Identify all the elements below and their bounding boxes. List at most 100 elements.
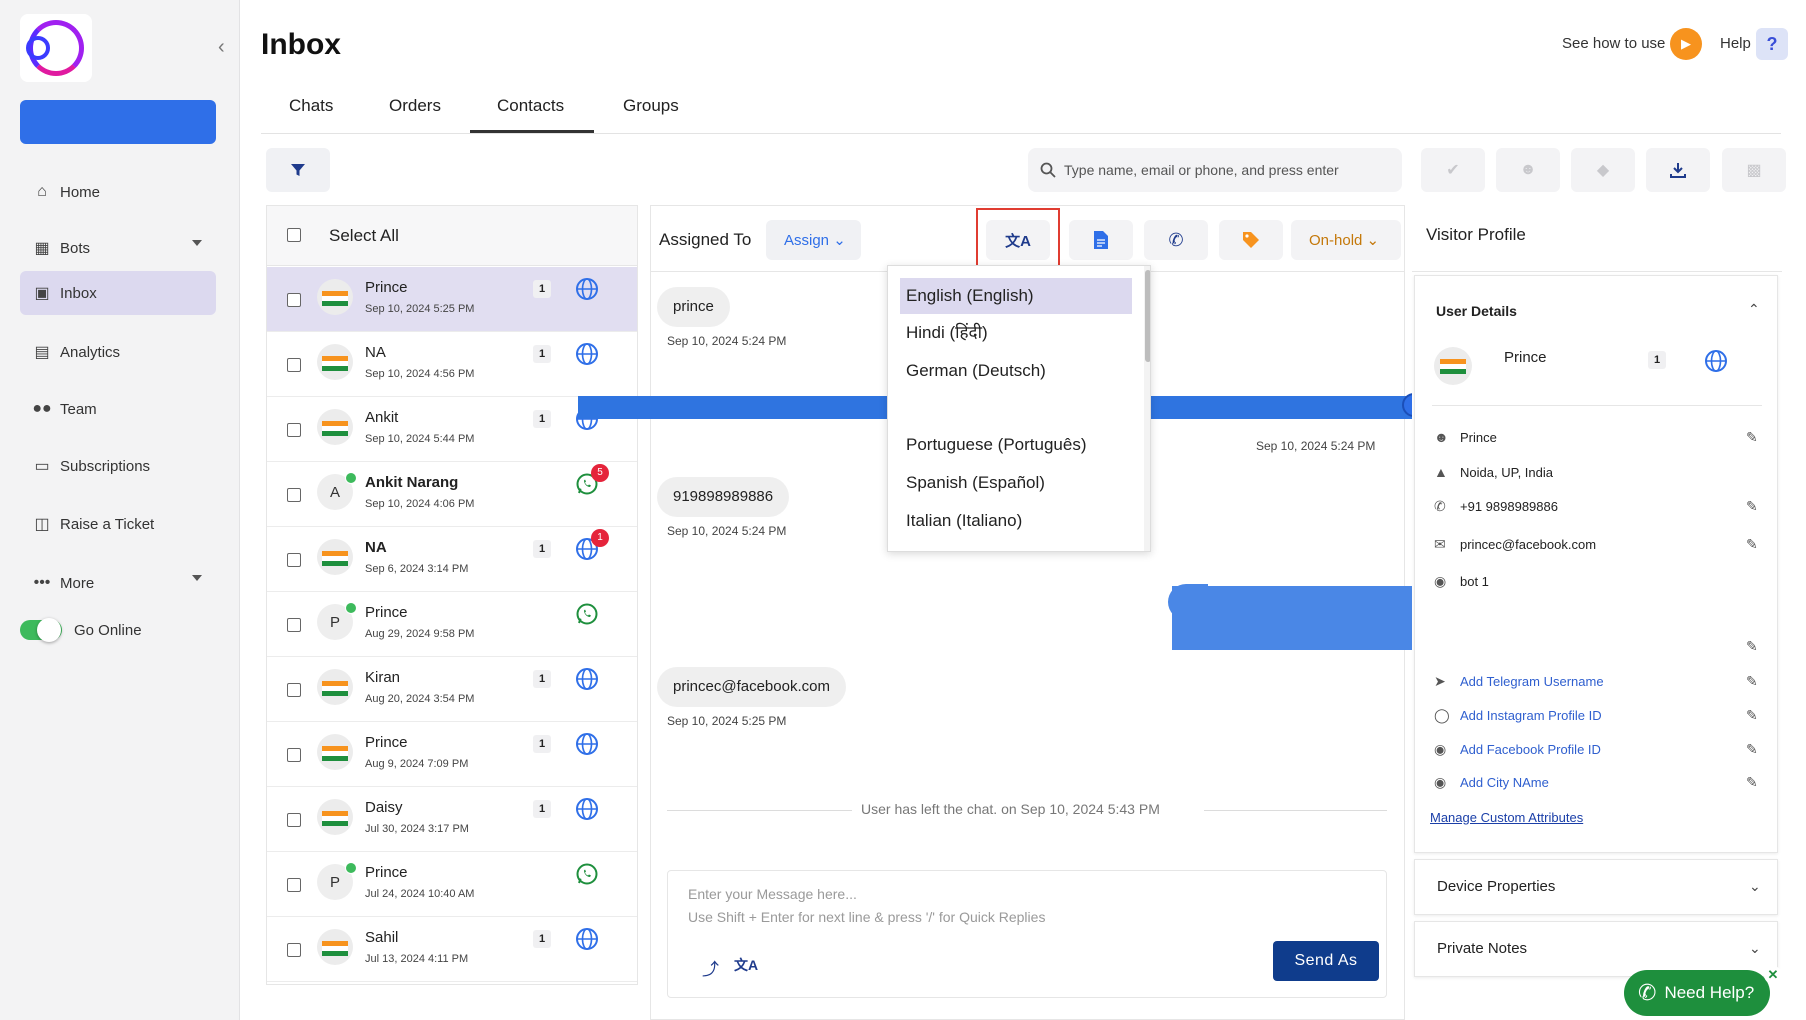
- row-checkbox[interactable]: [287, 358, 301, 372]
- message-input[interactable]: [688, 883, 1368, 931]
- profile-field: ✆ +91 9898989886: [1434, 498, 1558, 514]
- caret-down-icon: [192, 575, 202, 581]
- sidebar-item-inbox[interactable]: ▣ Inbox: [20, 271, 216, 315]
- edit-icon[interactable]: ✎: [1746, 774, 1758, 791]
- send-as-button[interactable]: Send As: [1273, 941, 1379, 981]
- language-option[interactable]: Hindi (हिंदी): [900, 315, 1132, 351]
- assign-user-button[interactable]: ☻: [1496, 148, 1560, 192]
- delete-button[interactable]: ▩: [1722, 148, 1786, 192]
- notes-button[interactable]: [1069, 220, 1133, 260]
- tab-groups[interactable]: Groups: [623, 96, 679, 116]
- add-city-link[interactable]: ◉ Add City NAme: [1434, 774, 1549, 791]
- help-icon[interactable]: ?: [1756, 28, 1788, 60]
- play-icon[interactable]: ▶: [1670, 28, 1702, 60]
- download-button[interactable]: [1646, 148, 1710, 192]
- contact-row[interactable]: Daisy Jul 30, 2024 3:17 PM 1: [267, 787, 637, 852]
- contact-time: Sep 10, 2024 4:06 PM: [365, 498, 475, 510]
- contact-row[interactable]: Prince Aug 9, 2024 7:09 PM 1: [267, 722, 637, 787]
- contact-row[interactable]: P Prince Jul 24, 2024 10:40 AM: [267, 852, 637, 917]
- language-option[interactable]: Portuguese (Português): [900, 427, 1132, 463]
- chevron-up-icon[interactable]: ⌃: [1748, 301, 1760, 318]
- see-how-to-use-link[interactable]: See how to use: [1562, 35, 1665, 52]
- edit-icon[interactable]: ✎: [1746, 429, 1758, 446]
- translate-icon[interactable]: 文A: [734, 955, 758, 975]
- contact-row[interactable]: Prince Sep 10, 2024 5:25 PM 1: [267, 267, 637, 332]
- row-checkbox[interactable]: [287, 488, 301, 502]
- help-link[interactable]: Help: [1720, 35, 1751, 52]
- app-logo[interactable]: [20, 14, 92, 82]
- chevron-down-icon: ⌄: [1749, 878, 1761, 894]
- select-all-checkbox[interactable]: [287, 228, 301, 242]
- need-help-button[interactable]: ✆ Need Help?: [1624, 970, 1770, 1016]
- manage-custom-attributes-link[interactable]: Manage Custom Attributes: [1430, 810, 1583, 825]
- edit-icon[interactable]: ✎: [1746, 498, 1758, 515]
- language-option[interactable]: Spanish (Español): [900, 465, 1132, 501]
- filter-button[interactable]: [266, 148, 330, 192]
- add-facebook-link[interactable]: ◉ Add Facebook Profile ID: [1434, 741, 1601, 758]
- row-checkbox[interactable]: [287, 423, 301, 437]
- row-checkbox[interactable]: [287, 813, 301, 827]
- call-button[interactable]: ✆: [1144, 220, 1208, 260]
- contact-time: Jul 13, 2024 4:11 PM: [365, 953, 469, 965]
- edit-icon[interactable]: ✎: [1746, 638, 1758, 655]
- row-checkbox[interactable]: [287, 618, 301, 632]
- resolve-button[interactable]: ✔: [1421, 148, 1485, 192]
- contact-row[interactable]: A Ankit Narang Sep 10, 2024 4:06 PM 5: [267, 462, 637, 527]
- row-checkbox[interactable]: [287, 683, 301, 697]
- language-dropdown: English (English) Hindi (हिंदी) German (…: [887, 265, 1151, 552]
- contact-row[interactable]: Sahil Jul 13, 2024 4:11 PM 1: [267, 917, 637, 982]
- row-checkbox[interactable]: [287, 553, 301, 567]
- count-badge: 1: [533, 345, 551, 363]
- go-online-toggle[interactable]: [20, 618, 62, 642]
- sidebar-item-subscriptions[interactable]: ▭ Subscriptions: [20, 444, 216, 488]
- sidebar-item-bots[interactable]: ▦ Bots: [20, 226, 216, 270]
- contact-name: Prince: [365, 734, 408, 751]
- web-channel-icon: [575, 342, 599, 366]
- contact-row[interactable]: NA Sep 10, 2024 4:56 PM 1: [267, 332, 637, 397]
- row-checkbox[interactable]: [287, 748, 301, 762]
- tab-orders[interactable]: Orders: [389, 96, 441, 116]
- sidebar-item-raise-ticket[interactable]: ◫ Raise a Ticket: [20, 502, 216, 546]
- chat-header: Assigned To Assign ⌄ 文A ✆ On-hold ⌄: [651, 206, 1404, 272]
- add-instagram-link[interactable]: ◯ Add Instagram Profile ID: [1434, 707, 1602, 724]
- contact-row[interactable]: P Prince Aug 29, 2024 9:58 PM: [267, 592, 637, 657]
- sidebar-item-home[interactable]: ⌂ Home: [20, 170, 216, 214]
- online-status-dot: [345, 472, 357, 484]
- assign-dropdown[interactable]: Assign ⌄: [766, 220, 861, 260]
- phone-icon: ✆: [1168, 229, 1184, 250]
- contact-row[interactable]: Kiran Aug 20, 2024 3:54 PM 1: [267, 657, 637, 722]
- tab-chats[interactable]: Chats: [289, 96, 333, 116]
- sidebar-item-analytics[interactable]: ▤ Analytics: [20, 330, 216, 374]
- tab-contacts[interactable]: Contacts: [497, 96, 564, 116]
- row-checkbox[interactable]: [287, 943, 301, 957]
- contact-name: Daisy: [365, 799, 403, 816]
- dropdown-scrollbar[interactable]: [1144, 266, 1150, 551]
- message-composer: ⤴ 文A Send As: [667, 870, 1387, 998]
- redacted-primary-button[interactable]: [20, 100, 216, 144]
- language-option[interactable]: German (Deutsch): [900, 353, 1132, 389]
- close-icon[interactable]: ✕: [1764, 966, 1782, 984]
- private-notes-accordion[interactable]: Private Notes ⌄: [1414, 921, 1778, 977]
- sidebar-item-more[interactable]: ••• More: [20, 561, 216, 605]
- collapse-sidebar-icon[interactable]: ‹: [218, 36, 225, 59]
- active-tab-indicator: [470, 130, 594, 133]
- sidebar-item-team[interactable]: ●● Team: [20, 387, 216, 431]
- contact-row[interactable]: NA Sep 6, 2024 3:14 PM 1 1: [267, 527, 637, 592]
- tag-chat-button[interactable]: [1219, 220, 1283, 260]
- search-input[interactable]: [1064, 162, 1394, 178]
- edit-icon[interactable]: ✎: [1746, 536, 1758, 553]
- add-telegram-link[interactable]: ➤ Add Telegram Username: [1434, 673, 1604, 690]
- count-badge: 1: [533, 670, 551, 688]
- language-option[interactable]: Italian (Italiano): [900, 503, 1132, 539]
- edit-icon[interactable]: ✎: [1746, 707, 1758, 724]
- count-badge: 1: [533, 930, 551, 948]
- edit-icon[interactable]: ✎: [1746, 673, 1758, 690]
- row-checkbox[interactable]: [287, 878, 301, 892]
- edit-icon[interactable]: ✎: [1746, 741, 1758, 758]
- device-properties-accordion[interactable]: Device Properties ⌄: [1414, 859, 1778, 915]
- status-dropdown[interactable]: On-hold ⌄: [1291, 220, 1401, 260]
- quick-reply-icon[interactable]: ⤴: [702, 955, 719, 980]
- tag-button[interactable]: ◆: [1571, 148, 1635, 192]
- language-option[interactable]: English (English): [900, 278, 1132, 314]
- row-checkbox[interactable]: [287, 293, 301, 307]
